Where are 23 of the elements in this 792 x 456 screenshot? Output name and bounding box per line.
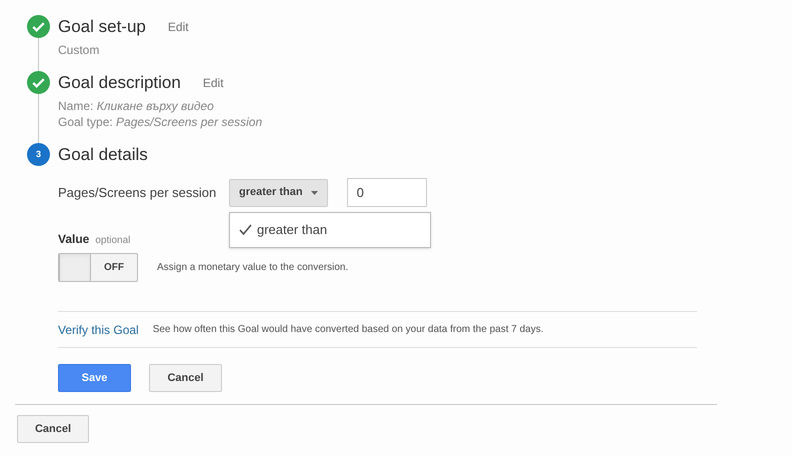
menu-item[interactable]: greater than [230, 218, 430, 240]
step-title: Goal description [58, 72, 181, 94]
value-label: Value [58, 231, 90, 248]
cancel-button[interactable]: Cancel [17, 415, 89, 443]
check-icon [239, 224, 252, 235]
cancel-button[interactable]: Cancel [149, 364, 222, 392]
step-number: 3 [27, 143, 50, 166]
edit-link[interactable]: Edit [168, 18, 189, 36]
step-title: Goal details [58, 144, 148, 166]
verify-description: See how often this Goal would have converted based on your data from the past 7 days. [152, 323, 544, 337]
caret-icon [310, 190, 318, 194]
optional-hint: optional [95, 234, 130, 248]
step-summary: Custom [58, 42, 100, 58]
value-input[interactable]: 0 [346, 178, 427, 207]
step-summary: Goal type: Pages/Screens per session [58, 114, 262, 130]
edit-link[interactable]: Edit [202, 74, 224, 92]
condition-label: Pages/Screens per session [58, 184, 218, 202]
value-toggle[interactable]: OFF [58, 253, 138, 282]
verify-link[interactable]: Verify this Goal [58, 320, 139, 338]
value-description: Assign a monetary value to the conversion. [157, 261, 348, 275]
operator-dropdown[interactable]: greater than [229, 178, 328, 206]
step-title: Goal set-up [58, 16, 146, 38]
step-summary: Name: Кликане върху видео [58, 98, 215, 114]
